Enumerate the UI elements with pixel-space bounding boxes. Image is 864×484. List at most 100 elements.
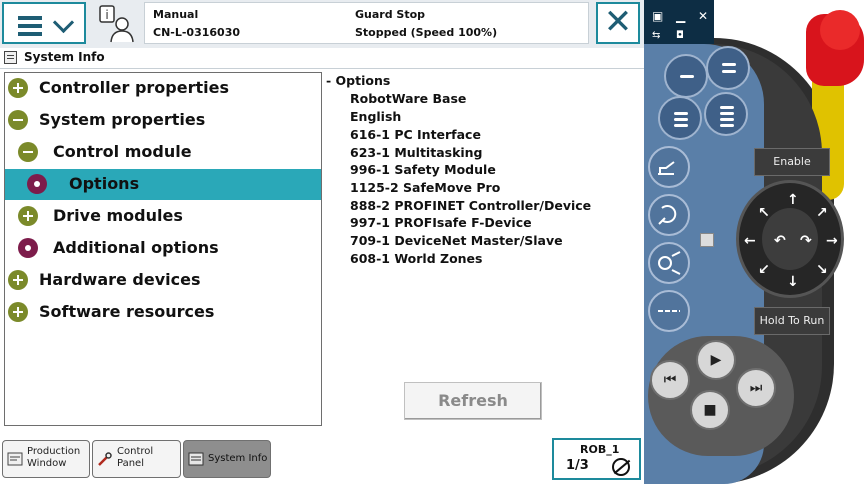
toggle-motion-mode-button[interactable]: [648, 194, 690, 236]
expand-plus-icon[interactable]: [8, 302, 28, 322]
svg-text:i: i: [105, 8, 108, 22]
stop-button[interactable]: ■: [690, 390, 730, 430]
safety-state: Guard Stop: [355, 8, 426, 21]
tree-item-control-module[interactable]: Control module: [5, 137, 321, 168]
option-item: 608-1 World Zones: [350, 251, 483, 266]
option-item: 623-1 Multitasking: [350, 145, 483, 160]
option-item: 888-2 PROFINET Controller/Device: [350, 198, 592, 213]
option-item: 616-1 PC Interface: [350, 127, 481, 142]
collapse-minus-icon[interactable]: [18, 142, 38, 162]
key-bar-icon: [722, 70, 736, 73]
arrow-down-icon: ↓: [787, 274, 799, 290]
flexpendant-screen: i Manual CN-L-0316030 Guard Stop Stopped…: [0, 0, 725, 484]
camera-icon[interactable]: ◘: [676, 30, 684, 42]
programmable-key-4[interactable]: [704, 92, 748, 136]
expand-plus-icon[interactable]: [8, 78, 28, 98]
window-title: System Info: [24, 50, 105, 64]
arrow-down-left-icon: ↙: [758, 262, 770, 278]
tree-item-label: Hardware devices: [39, 270, 201, 289]
arrow-up-icon: ↑: [787, 192, 799, 208]
programmable-key-2[interactable]: [706, 46, 750, 90]
option-item: RobotWare Base: [350, 91, 467, 106]
pendant-window-bar: ▣ ▁ ✕ ⇆ ◘: [644, 0, 714, 44]
tree-item-label: Additional options: [53, 238, 219, 257]
usb-port-icon: [700, 233, 714, 247]
close-button[interactable]: ✕: [596, 2, 640, 44]
key-bar-icon: [720, 124, 734, 127]
tree-item-label: Software resources: [39, 302, 215, 321]
programmable-key-1[interactable]: [664, 54, 708, 98]
refresh-button[interactable]: Refresh: [404, 382, 542, 420]
step-backward-button[interactable]: ⏮: [650, 360, 690, 400]
key-bar-icon: [722, 63, 736, 66]
task-system-info[interactable]: System Info: [183, 440, 271, 478]
step-back-icon: ⏮: [663, 372, 677, 388]
chevron-down-icon: [52, 11, 75, 34]
key-bar-icon: [720, 112, 734, 115]
hamburger-menu-icon: [18, 16, 42, 40]
status-bar[interactable]: Manual CN-L-0316030 Guard Stop Stopped (…: [144, 2, 725, 44]
close-window-icon[interactable]: ✕: [698, 10, 708, 22]
tree-item-software-resources[interactable]: Software resources: [5, 297, 321, 328]
key-bar-icon: [674, 124, 688, 127]
tree-item-system-properties[interactable]: System properties: [5, 105, 321, 136]
expand-plus-icon[interactable]: [18, 206, 38, 226]
restore-window-icon[interactable]: ▣: [652, 10, 663, 22]
key-bar-icon: [674, 112, 688, 115]
step-forward-button[interactable]: ⏭: [736, 368, 776, 408]
task-production-window[interactable]: Production Window: [2, 440, 90, 478]
option-item: 1125-2 SafeMove Pro: [350, 180, 501, 195]
task-control-panel[interactable]: Control Panel: [92, 440, 181, 478]
arrow-up-right-icon: ↗: [816, 205, 828, 221]
task-label: System Info: [208, 453, 268, 464]
tree-item-label: System properties: [39, 110, 206, 129]
option-item: 997-1 PROFIsafe F-Device: [350, 215, 532, 230]
expand-plus-icon[interactable]: [8, 270, 28, 290]
task-label: Production Window: [27, 446, 81, 469]
quickset-rob-button[interactable]: ROB_1 1/3: [552, 438, 641, 480]
tree-item-hardware-devices[interactable]: Hardware devices: [5, 265, 321, 296]
key-dash-icon: [680, 75, 694, 78]
select-mechanical-unit-button[interactable]: [648, 146, 690, 188]
key-bar-icon: [720, 118, 734, 121]
operator-info-icon[interactable]: i: [98, 4, 138, 44]
system-info-icon: [4, 51, 17, 64]
tree-item-label: Options: [69, 174, 140, 193]
arrow-down-right-icon: ↘: [816, 262, 828, 278]
controller-name: CN-L-0316030: [153, 26, 240, 39]
run-state: Stopped (Speed 100%): [355, 26, 498, 39]
key-bar-icon: [674, 118, 688, 121]
emergency-stop-cap: [820, 10, 860, 50]
hold-to-run-button[interactable]: Hold To Run: [754, 307, 830, 335]
rotate-ccw-icon: ↶: [774, 233, 786, 249]
leaf-node-icon: [18, 238, 38, 258]
tree-item-label: Control module: [53, 142, 192, 161]
tree-item-options[interactable]: Options: [5, 169, 321, 200]
tree-item-label: Controller properties: [39, 78, 229, 97]
tree-item-controller-properties[interactable]: Controller properties: [5, 73, 321, 104]
flexpendant-hardware: ▣ ▁ ✕ ⇆ ◘ Enable ↑ ↓ ← → ↖ ↗ ↙ ↘ ↶ ↷ Hol…: [644, 0, 864, 484]
mechanical-unit-icon: [658, 161, 675, 175]
enable-button[interactable]: Enable: [754, 148, 830, 176]
arrow-left-icon: ←: [744, 233, 756, 249]
collapse-minus-icon[interactable]: [8, 110, 28, 130]
option-item: 996-1 Safety Module: [350, 162, 496, 177]
tree-item-label: Drive modules: [53, 206, 183, 225]
toggle-increment-button[interactable]: [648, 242, 690, 284]
operating-mode: Manual: [153, 8, 199, 21]
task-label: Control Panel: [117, 446, 154, 469]
tree-item-drive-modules[interactable]: Drive modules: [5, 201, 321, 232]
minimize-window-icon[interactable]: ▁: [676, 10, 685, 22]
abb-menu-button[interactable]: [2, 2, 86, 44]
increment-button[interactable]: [648, 290, 690, 332]
mechanical-unit-label: ROB_1: [580, 443, 620, 456]
swap-icon[interactable]: ⇆: [652, 30, 660, 42]
taskbar: Production Window Control Panel System I…: [0, 438, 644, 484]
rotate-cw-icon: ↷: [800, 233, 812, 249]
dash-icon: [658, 310, 680, 312]
tree-item-additional-options[interactable]: Additional options: [5, 233, 321, 264]
axis-icon: [658, 251, 681, 275]
start-button[interactable]: ▶: [696, 340, 736, 380]
arrow-right-icon: →: [826, 233, 838, 249]
programmable-key-3[interactable]: [658, 96, 702, 140]
